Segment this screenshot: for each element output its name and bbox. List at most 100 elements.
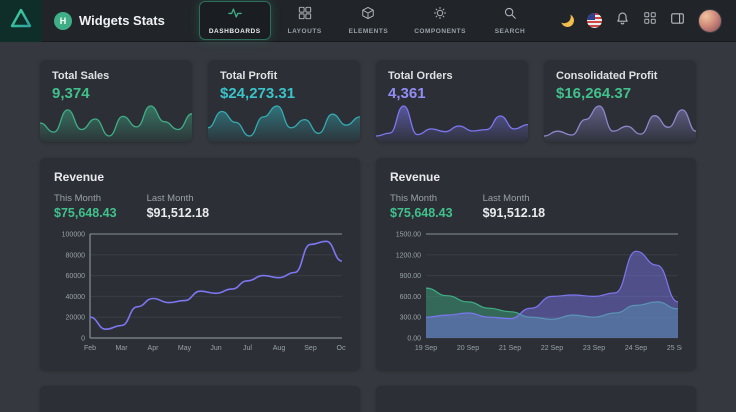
page-title: Widgets Stats — [79, 13, 165, 28]
nav-label: COMPONENTS — [414, 28, 466, 35]
svg-text:300.00: 300.00 — [400, 315, 422, 322]
stat-value: 9,374 — [52, 85, 180, 102]
svg-text:Mar: Mar — [115, 345, 128, 352]
stat-card-total-sales: Total Sales 9,374 — [40, 60, 192, 142]
triangle-logo-icon — [10, 8, 32, 33]
svg-text:Sep: Sep — [304, 345, 317, 352]
legend: This Month $75,648.43 Last Month $91,512… — [390, 193, 682, 220]
stat-title: Consolidated Profit — [556, 70, 684, 82]
svg-text:Aug: Aug — [273, 345, 286, 352]
charts-row: Revenue This Month $75,648.43 Last Month… — [40, 158, 696, 370]
stat-card-consolidated-profit: Consolidated Profit $16,264.37 — [544, 60, 696, 142]
legend-label: Last Month — [147, 193, 210, 204]
grid-icon — [298, 6, 312, 25]
stat-value: $16,264.37 — [556, 85, 684, 102]
svg-text:23 Sep: 23 Sep — [583, 345, 605, 352]
legend-value: $91,512.18 — [483, 206, 546, 220]
sidebar-toggle-button[interactable] — [670, 11, 685, 31]
nav-label: LAYOUTS — [288, 28, 322, 35]
user-avatar[interactable] — [698, 9, 722, 33]
card-partial-right — [376, 386, 696, 412]
legend-this-month: This Month $75,648.43 — [390, 193, 453, 220]
nav-label: SEARCH — [495, 28, 526, 35]
main-nav: DASHBOARDS LAYOUTS ELEMENTS — [199, 1, 538, 40]
stats-row: Total Sales 9,374 Total Profit $24,273.3… — [40, 60, 696, 142]
revenue-line-chart: 0 20000 40000 60000 80000 100000 Feb Mar Apr May J… — [54, 226, 346, 354]
stat-value: 4,361 — [388, 85, 516, 102]
legend-label: Last Month — [483, 193, 546, 204]
nav-item-search[interactable]: SEARCH — [482, 1, 538, 40]
nav-label: DASHBOARDS — [209, 28, 261, 35]
nav-item-dashboards[interactable]: DASHBOARDS — [199, 1, 271, 40]
nav-label: ELEMENTS — [349, 28, 389, 35]
legend-value: $75,648.43 — [390, 206, 453, 220]
legend-this-month: This Month $75,648.43 — [54, 193, 117, 220]
svg-text:Apr: Apr — [148, 345, 160, 352]
brand-logo[interactable] — [0, 0, 42, 42]
svg-text:24 Sep: 24 Sep — [625, 345, 647, 352]
apps-menu-button[interactable] — [643, 11, 657, 30]
brand: H Widgets Stats — [42, 12, 175, 30]
legend: This Month $75,648.43 Last Month $91,512… — [54, 193, 346, 220]
svg-text:900.00: 900.00 — [400, 273, 422, 280]
svg-text:80000: 80000 — [66, 252, 86, 259]
stat-card-total-orders: Total Orders 4,361 — [376, 60, 528, 142]
svg-text:Jul: Jul — [243, 345, 252, 352]
stat-title: Total Orders — [388, 70, 516, 82]
bell-icon — [615, 11, 630, 31]
total-profit-sparkline — [208, 102, 360, 142]
stat-title: Total Sales — [52, 70, 180, 82]
svg-text:100000: 100000 — [62, 232, 85, 239]
svg-text:21 Sep: 21 Sep — [499, 345, 521, 352]
total-orders-sparkline — [376, 102, 528, 142]
gear-icon — [433, 6, 447, 25]
svg-text:Feb: Feb — [84, 345, 96, 352]
activity-icon — [228, 6, 242, 25]
us-flag-icon — [587, 13, 602, 28]
legend-value: $91,512.18 — [147, 206, 210, 220]
legend-label: This Month — [54, 193, 117, 204]
notifications-button[interactable] — [615, 11, 630, 31]
partially-visible-row — [40, 386, 696, 412]
svg-text:0.00: 0.00 — [407, 336, 421, 343]
revenue-area-card: Revenue This Month $75,648.43 Last Month… — [376, 158, 696, 370]
stat-title: Total Profit — [220, 70, 348, 82]
dashboard-screen: H Widgets Stats DASHBOARDS LAYOUTS — [0, 0, 736, 412]
sidebar-toggle-icon — [670, 11, 685, 31]
svg-text:1500.00: 1500.00 — [396, 232, 421, 239]
revenue-line-card: Revenue This Month $75,648.43 Last Month… — [40, 158, 360, 370]
svg-text:0: 0 — [81, 336, 85, 343]
card-title: Revenue — [390, 170, 682, 184]
nav-item-elements[interactable]: ELEMENTS — [339, 1, 399, 40]
legend-last-month: Last Month $91,512.18 — [483, 193, 546, 220]
dashboard-content: Total Sales 9,374 Total Profit $24,273.3… — [0, 42, 736, 412]
svg-text:19 Sep: 19 Sep — [415, 345, 437, 352]
svg-text:Oct: Oct — [337, 345, 346, 352]
apps-grid-icon — [643, 11, 657, 30]
svg-text:25 Sep: 25 Sep — [667, 345, 682, 352]
box-icon — [361, 6, 375, 25]
stat-value: $24,273.31 — [220, 85, 348, 102]
svg-text:40000: 40000 — [66, 294, 86, 301]
legend-last-month: Last Month $91,512.18 — [147, 193, 210, 220]
theme-toggle-button[interactable] — [561, 14, 574, 27]
workspace-avatar[interactable]: H — [54, 12, 72, 30]
search-icon — [503, 6, 517, 25]
svg-text:60000: 60000 — [66, 273, 86, 280]
svg-text:20 Sep: 20 Sep — [457, 345, 479, 352]
svg-text:20000: 20000 — [66, 315, 86, 322]
language-selector[interactable] — [587, 13, 602, 28]
nav-item-layouts[interactable]: LAYOUTS — [277, 1, 333, 40]
legend-label: This Month — [390, 193, 453, 204]
consolidated-profit-sparkline — [544, 102, 696, 142]
card-title: Revenue — [54, 170, 346, 184]
nav-item-components[interactable]: COMPONENTS — [404, 1, 476, 40]
svg-text:600.00: 600.00 — [400, 294, 422, 301]
svg-text:May: May — [178, 345, 192, 352]
header-actions — [561, 9, 736, 33]
svg-text:22 Sep: 22 Sep — [541, 345, 563, 352]
legend-value: $75,648.43 — [54, 206, 117, 220]
total-sales-sparkline — [40, 102, 192, 142]
moon-icon — [560, 13, 575, 28]
card-partial-left — [40, 386, 360, 412]
